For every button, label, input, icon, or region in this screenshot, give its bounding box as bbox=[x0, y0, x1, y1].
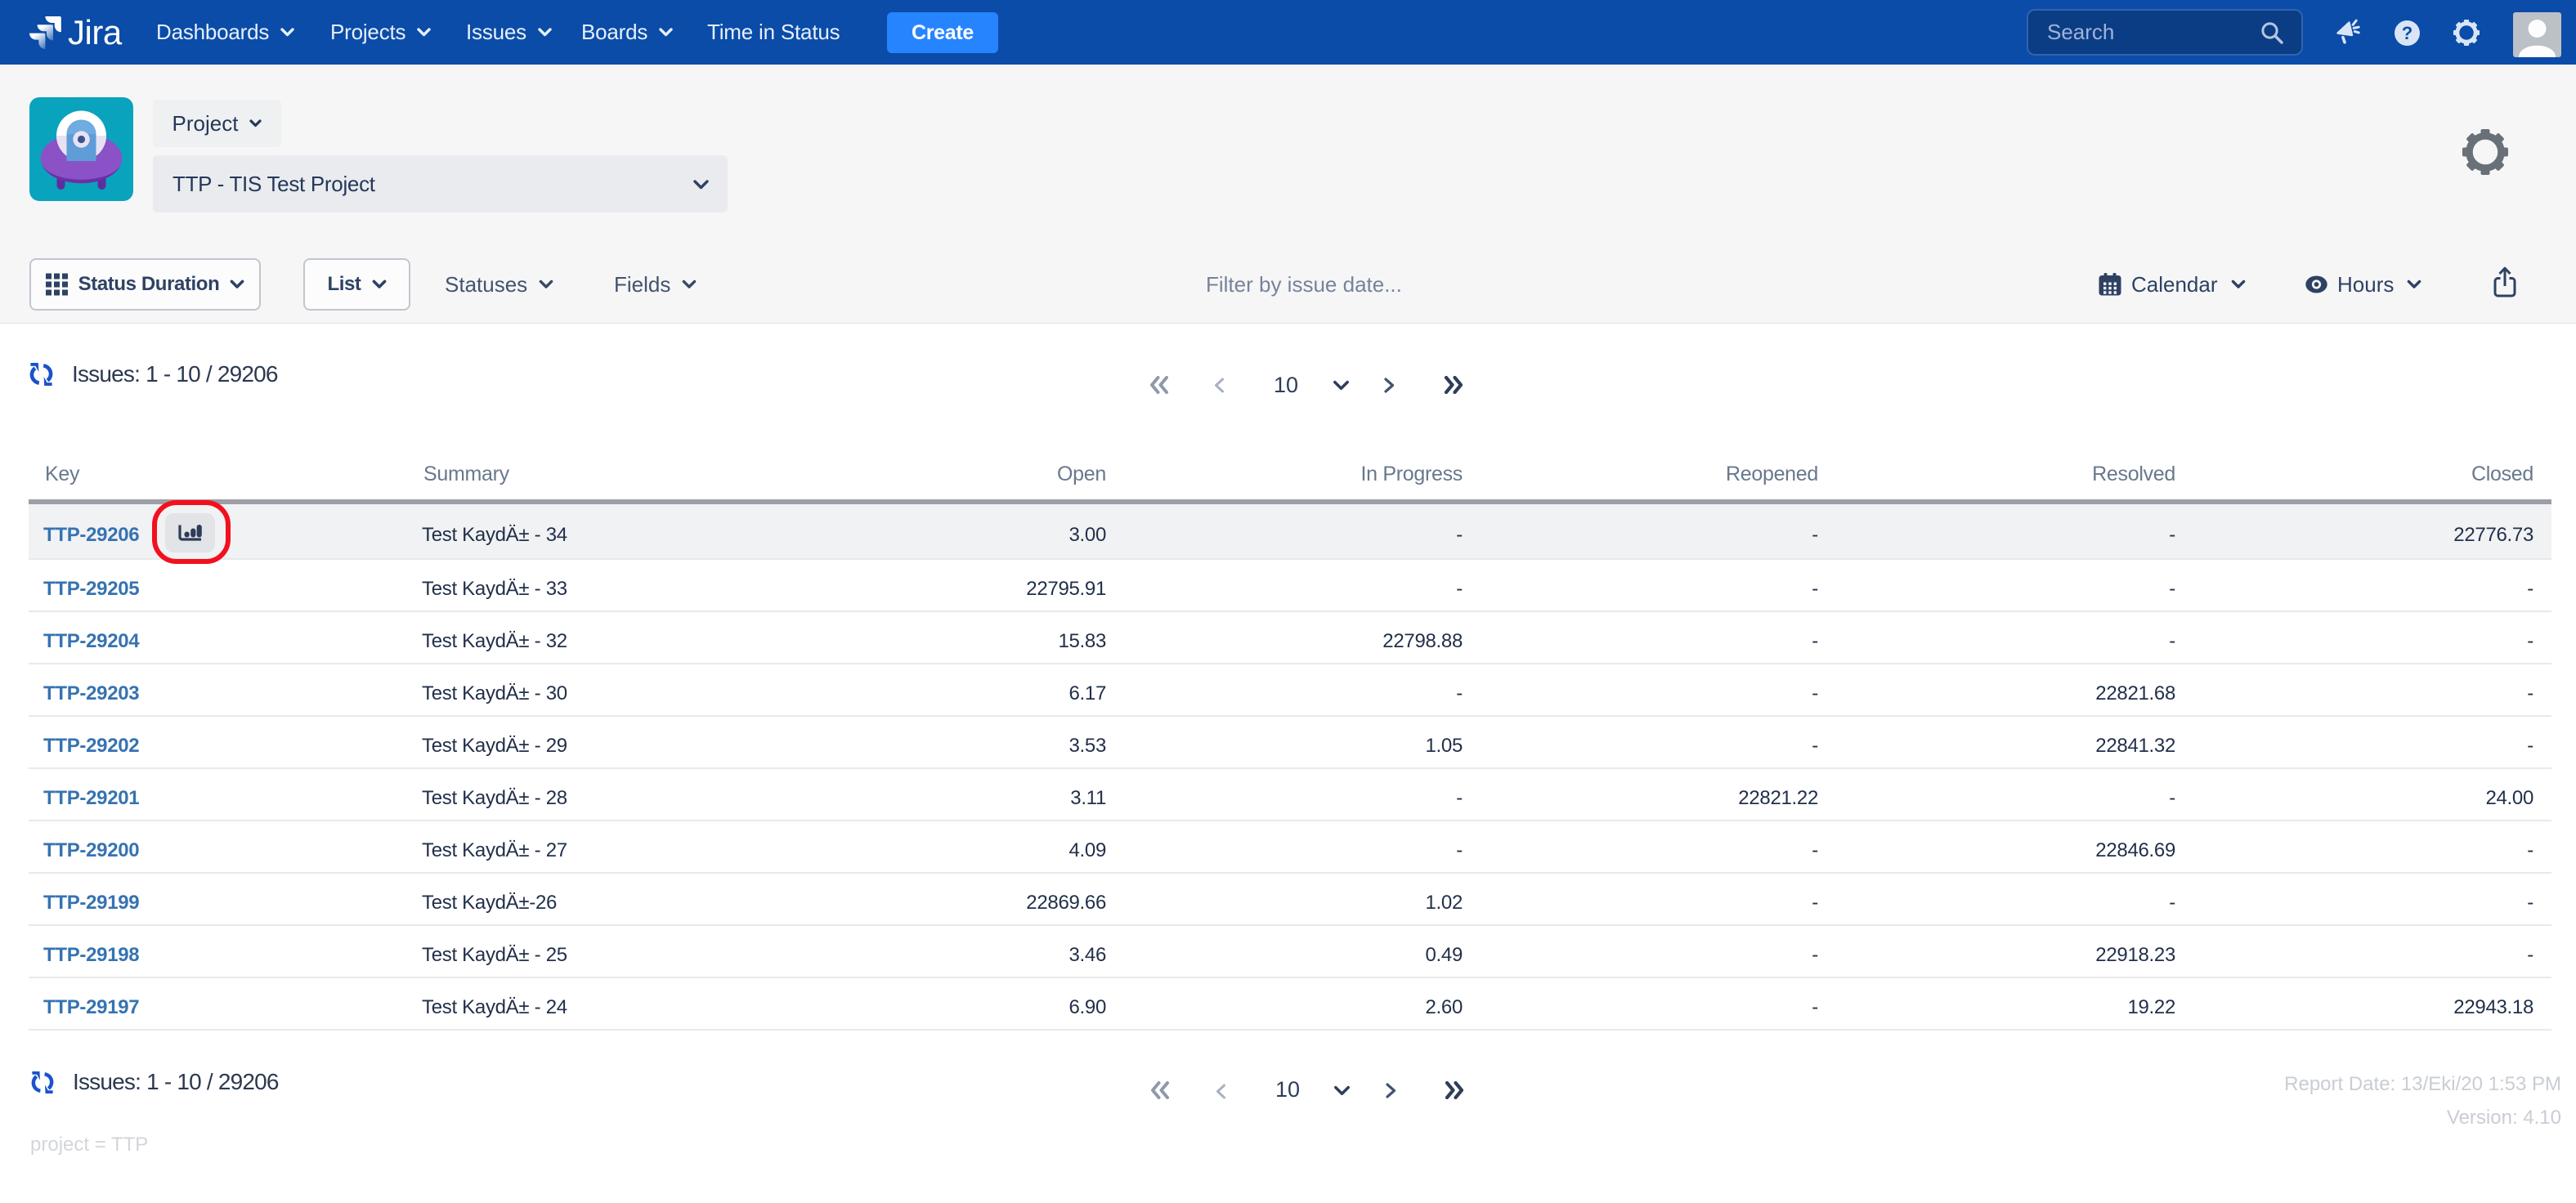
svg-text:?: ? bbox=[2402, 23, 2412, 43]
